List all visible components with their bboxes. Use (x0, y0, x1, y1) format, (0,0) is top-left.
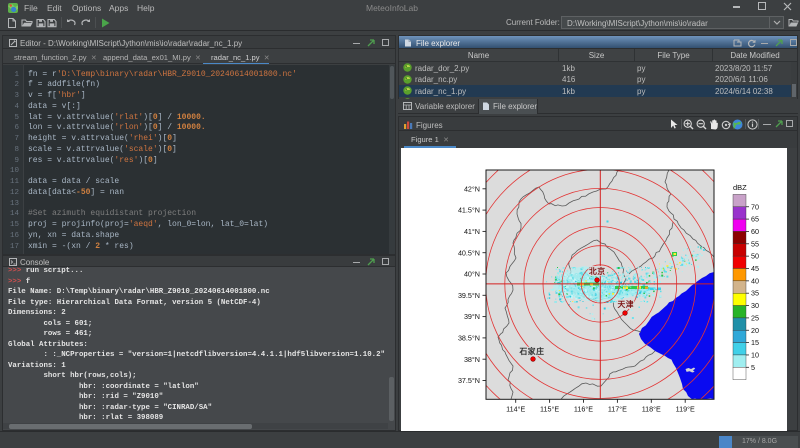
svg-text:45: 45 (751, 264, 759, 273)
svg-text:38°N: 38°N (464, 355, 480, 364)
svg-text:65: 65 (751, 215, 759, 224)
svg-text:40°N: 40°N (464, 270, 480, 279)
svg-text:50: 50 (751, 252, 759, 261)
svg-text:天津: 天津 (618, 299, 635, 309)
svg-text:石家庄: 石家庄 (519, 346, 545, 356)
svg-text:37.5°N: 37.5°N (458, 376, 480, 385)
svg-text:41°N: 41°N (464, 227, 480, 236)
svg-text:39°N: 39°N (464, 312, 480, 321)
svg-text:35: 35 (751, 289, 759, 298)
svg-text:5: 5 (751, 363, 755, 372)
svg-text:15: 15 (751, 338, 759, 347)
svg-text:118°E: 118°E (642, 404, 661, 413)
svg-text:25: 25 (751, 313, 759, 322)
svg-text:10: 10 (751, 350, 759, 359)
svg-text:117°E: 117°E (608, 404, 627, 413)
svg-text:114°E: 114°E (506, 404, 525, 413)
svg-text:116°E: 116°E (574, 404, 593, 413)
svg-text:30: 30 (751, 301, 759, 310)
svg-text:40: 40 (751, 276, 759, 285)
svg-text:北京: 北京 (589, 266, 606, 276)
svg-text:dBZ: dBZ (733, 183, 747, 192)
svg-text:55: 55 (751, 239, 759, 248)
svg-text:39.5°N: 39.5°N (458, 291, 480, 300)
svg-text:38.5°N: 38.5°N (458, 334, 480, 343)
svg-text:41.5°N: 41.5°N (458, 206, 480, 215)
svg-text:42°N: 42°N (464, 184, 480, 193)
svg-text:60: 60 (751, 227, 759, 236)
svg-text:115°E: 115°E (540, 404, 559, 413)
svg-text:20: 20 (751, 326, 759, 335)
svg-text:70: 70 (751, 202, 759, 211)
svg-text:40.5°N: 40.5°N (458, 248, 480, 257)
svg-text:119°E: 119°E (676, 404, 695, 413)
